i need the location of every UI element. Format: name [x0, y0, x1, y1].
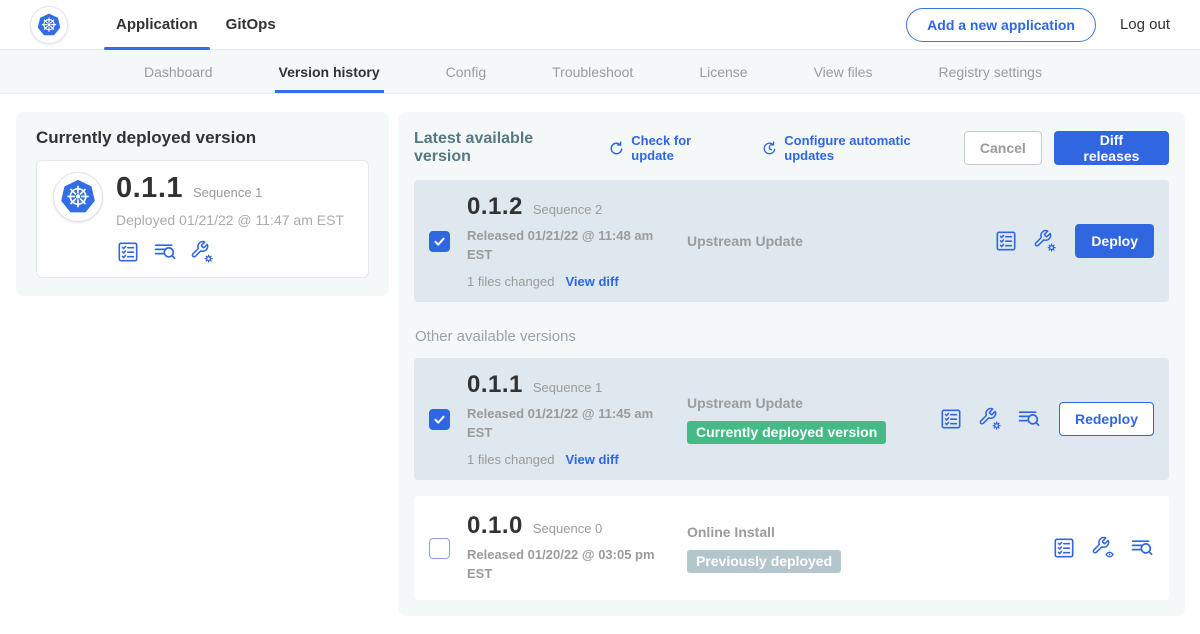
latest-available-title: Latest available version: [414, 130, 594, 166]
check-icon: [432, 412, 447, 427]
deployed-sequence-label: Sequence 1: [193, 185, 262, 200]
version-info: 0.1.0 Sequence 0 Released 01/20/22 @ 03:…: [467, 512, 669, 584]
version-info: 0.1.2 Sequence 2 Released 01/21/22 @ 11:…: [467, 193, 669, 289]
cancel-button[interactable]: Cancel: [964, 131, 1042, 165]
view-files-icon[interactable]: [1130, 536, 1154, 560]
check-icon: [432, 234, 447, 249]
subnav-dashboard[interactable]: Dashboard: [140, 50, 217, 93]
tab-gitops[interactable]: GitOps: [212, 0, 290, 49]
view-diff-link[interactable]: View diff: [565, 274, 618, 289]
subnav-version-history[interactable]: Version history: [275, 50, 384, 93]
view-diff-link[interactable]: View diff: [565, 452, 618, 467]
released-timestamp: Released 01/20/22 @ 03:05 pm EST: [467, 546, 659, 584]
subnav-license[interactable]: License: [695, 50, 751, 93]
subnav-config[interactable]: Config: [442, 50, 490, 93]
previously-deployed-badge: Previously deployed: [687, 550, 841, 573]
currently-deployed-badge: Currently deployed version: [687, 421, 886, 444]
sequence-label: Sequence 0: [533, 521, 602, 536]
add-application-button[interactable]: Add a new application: [906, 8, 1096, 42]
version-row-0-1-1: 0.1.1 Sequence 1 Released 01/21/22 @ 11:…: [414, 358, 1169, 480]
configure-automatic-updates-link[interactable]: Configure automatic updates: [761, 133, 964, 163]
configure-automatic-updates-label: Configure automatic updates: [784, 133, 964, 163]
deployed-version-info: 0.1.1 Sequence 1 Deployed 01/21/22 @ 11:…: [116, 172, 344, 264]
deployed-version-number: 0.1.1: [116, 172, 183, 205]
deployed-action-icons: [116, 240, 344, 264]
deployed-panel-title: Currently deployed version: [36, 128, 369, 148]
version-source-column: Upstream Update: [687, 233, 939, 249]
view-files-icon[interactable]: [1017, 407, 1041, 431]
diff-releases-button[interactable]: Diff releases: [1054, 131, 1169, 165]
view-config-icon[interactable]: [1091, 536, 1115, 560]
subnav-dashboard-label: Dashboard: [144, 64, 213, 80]
app-logo: [30, 6, 68, 44]
sequence-label: Sequence 1: [533, 380, 602, 395]
other-versions-label: Other available versions: [415, 328, 1169, 345]
version-source-label: Upstream Update: [687, 395, 939, 411]
version-source-label: Online Install: [687, 524, 939, 540]
tab-application-label: Application: [116, 16, 198, 33]
edit-config-icon[interactable]: [978, 407, 1002, 431]
subnav-license-label: License: [699, 64, 747, 80]
version-actions: Deploy: [994, 224, 1154, 258]
files-changed-label: 1 files changed: [467, 452, 554, 467]
tab-application[interactable]: Application: [102, 0, 212, 49]
version-source-label: Upstream Update: [687, 233, 939, 249]
release-notes-icon[interactable]: [1052, 536, 1076, 560]
version-checkbox[interactable]: [429, 231, 450, 252]
released-timestamp: Released 01/21/22 @ 11:48 am EST: [467, 227, 659, 265]
subnav-view-files[interactable]: View files: [810, 50, 877, 93]
release-notes-icon[interactable]: [994, 229, 1018, 253]
app-icon: [53, 172, 103, 222]
version-number: 0.1.1: [467, 371, 523, 399]
version-source-column: Online Install Previously deployed: [687, 524, 939, 573]
files-changed-label: 1 files changed: [467, 274, 554, 289]
version-number: 0.1.0: [467, 512, 523, 540]
subnav-view-files-label: View files: [814, 64, 873, 80]
subnav-config-label: Config: [446, 64, 486, 80]
version-actions: [1052, 536, 1154, 560]
check-for-update-link[interactable]: Check for update: [608, 133, 737, 163]
version-row-0-1-2: 0.1.2 Sequence 2 Released 01/21/22 @ 11:…: [414, 180, 1169, 302]
deployed-timestamp: Deployed 01/21/22 @ 11:47 am EST: [116, 212, 344, 228]
check-for-update-label: Check for update: [631, 133, 737, 163]
version-source-column: Upstream Update Currently deployed versi…: [687, 395, 939, 444]
released-timestamp: Released 01/21/22 @ 11:45 am EST: [467, 405, 659, 443]
clock-refresh-icon: [761, 140, 778, 157]
refresh-icon: [608, 140, 625, 157]
kubernetes-logo-icon: [57, 176, 99, 218]
tab-gitops-label: GitOps: [226, 16, 276, 33]
currently-deployed-panel: Currently deployed version 0.1.1 Sequenc…: [16, 112, 389, 296]
view-files-icon[interactable]: [153, 240, 177, 264]
main-content: Currently deployed version 0.1.1 Sequenc…: [0, 94, 1200, 616]
deployed-version-card: 0.1.1 Sequence 1 Deployed 01/21/22 @ 11:…: [36, 160, 369, 278]
subnav-version-history-label: Version history: [279, 64, 380, 80]
available-versions-panel: Latest available version Check for updat…: [398, 112, 1185, 616]
edit-config-icon[interactable]: [1033, 229, 1057, 253]
release-notes-icon[interactable]: [939, 407, 963, 431]
subnav-registry-settings[interactable]: Registry settings: [934, 50, 1045, 93]
version-number: 0.1.2: [467, 193, 523, 221]
version-checkbox[interactable]: [429, 409, 450, 430]
version-checkbox[interactable]: [429, 538, 450, 559]
version-info: 0.1.1 Sequence 1 Released 01/21/22 @ 11:…: [467, 371, 669, 467]
redeploy-button[interactable]: Redeploy: [1059, 402, 1154, 436]
subnav-troubleshoot[interactable]: Troubleshoot: [548, 50, 637, 93]
version-row-0-1-0: 0.1.0 Sequence 0 Released 01/20/22 @ 03:…: [414, 496, 1169, 600]
release-notes-icon[interactable]: [116, 240, 140, 264]
kubernetes-logo-icon: [35, 11, 63, 39]
deploy-button[interactable]: Deploy: [1075, 224, 1154, 258]
available-versions-header: Latest available version Check for updat…: [414, 130, 1169, 166]
sequence-label: Sequence 2: [533, 202, 602, 217]
edit-config-icon[interactable]: [190, 240, 214, 264]
app-subnav: Dashboard Version history Config Trouble…: [0, 50, 1200, 94]
subnav-registry-settings-label: Registry settings: [938, 64, 1041, 80]
top-right-actions: Add a new application Log out: [906, 8, 1176, 42]
top-navbar: Application GitOps Add a new application…: [0, 0, 1200, 50]
top-tabs: Application GitOps: [102, 0, 290, 49]
version-actions: Redeploy: [939, 402, 1154, 436]
logout-link[interactable]: Log out: [1120, 16, 1176, 33]
subnav-troubleshoot-label: Troubleshoot: [552, 64, 633, 80]
